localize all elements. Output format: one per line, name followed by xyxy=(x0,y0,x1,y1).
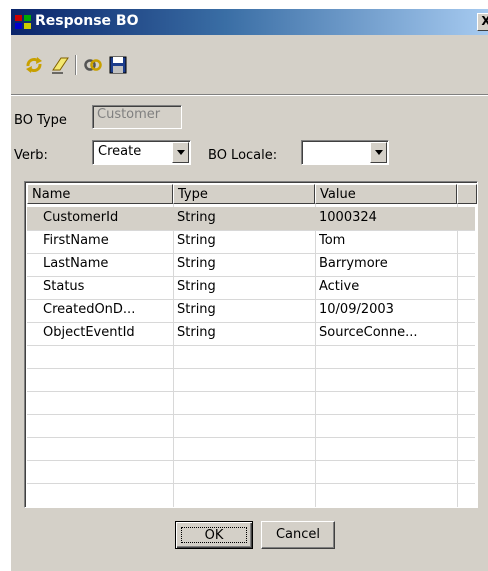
app-icon xyxy=(15,15,31,29)
table-row[interactable]: Status String Active xyxy=(27,276,475,299)
cell-value: 10/09/2003 xyxy=(319,302,394,317)
chevron-down-icon[interactable] xyxy=(172,142,189,163)
table-row[interactable]: CreatedOnD... String 10/09/2003 xyxy=(27,299,475,322)
bo-locale-select[interactable] xyxy=(301,140,389,165)
close-button[interactable]: X xyxy=(477,13,488,31)
grid-line xyxy=(27,437,475,438)
cell-type: String xyxy=(177,325,216,340)
table-row[interactable]: FirstName String Tom xyxy=(27,230,475,253)
cell-name: LastName xyxy=(43,256,109,271)
grid-line xyxy=(27,299,475,300)
bo-type-label: BO Type xyxy=(14,113,67,128)
bo-type-field[interactable]: Customer xyxy=(92,105,182,129)
grid-line xyxy=(27,276,475,277)
grid-line xyxy=(27,368,475,369)
column-header-type[interactable]: Type xyxy=(173,184,315,204)
toolbar-separator xyxy=(75,55,77,75)
bo-locale-label: BO Locale: xyxy=(208,148,278,163)
cell-value: 1000324 xyxy=(319,210,377,225)
verb-label: Verb: xyxy=(14,148,48,163)
divider xyxy=(11,94,488,96)
grid-line xyxy=(27,414,475,415)
grid-line xyxy=(27,483,475,484)
cell-value: Barrymore xyxy=(319,256,388,271)
cell-name: CreatedOnD... xyxy=(43,302,136,317)
column-header-value[interactable]: Value xyxy=(315,184,457,204)
grid-line xyxy=(27,322,475,323)
dialog-body: BO Type Customer Verb: Create BO Locale:… xyxy=(11,35,488,571)
grid-line xyxy=(27,391,475,392)
verb-select[interactable]: Create xyxy=(92,140,191,165)
column-header-name[interactable]: Name xyxy=(27,184,173,204)
link-icon[interactable] xyxy=(82,54,104,76)
grid-line xyxy=(27,460,475,461)
save-icon[interactable] xyxy=(107,54,129,76)
verb-select-value: Create xyxy=(98,144,142,159)
ok-button-label: OK xyxy=(181,527,247,543)
eraser-icon[interactable] xyxy=(49,54,71,76)
cell-type: String xyxy=(177,279,216,294)
ok-button[interactable]: OK xyxy=(175,521,253,549)
grid-line xyxy=(27,345,475,346)
title-bar[interactable]: Response BO X xyxy=(11,9,488,35)
cell-type: String xyxy=(177,302,216,317)
table-row[interactable]: CustomerId String 1000324 xyxy=(27,207,475,230)
cell-value: SourceConne... xyxy=(319,325,418,340)
grid-line xyxy=(27,230,475,231)
cell-name: FirstName xyxy=(43,233,109,248)
cell-name: CustomerId xyxy=(43,210,119,225)
window-title: Response BO xyxy=(35,13,139,29)
table-row[interactable]: LastName String Barrymore xyxy=(27,253,475,276)
column-header-extra xyxy=(457,184,477,204)
cell-name: ObjectEventId xyxy=(43,325,135,340)
table-row[interactable]: ObjectEventId String SourceConne... xyxy=(27,322,475,345)
cell-type: String xyxy=(177,233,216,248)
cell-value: Tom xyxy=(319,233,346,248)
grid-line xyxy=(27,253,475,254)
cancel-button[interactable]: Cancel xyxy=(261,521,335,549)
chevron-down-icon[interactable] xyxy=(370,142,387,163)
attribute-table[interactable]: Name Type Value CustomerId String 100032… xyxy=(24,181,478,508)
cell-type: String xyxy=(177,256,216,271)
refresh-icon[interactable] xyxy=(23,54,45,76)
cell-value: Active xyxy=(319,279,360,294)
cell-name: Status xyxy=(43,279,85,294)
cell-type: String xyxy=(177,210,216,225)
